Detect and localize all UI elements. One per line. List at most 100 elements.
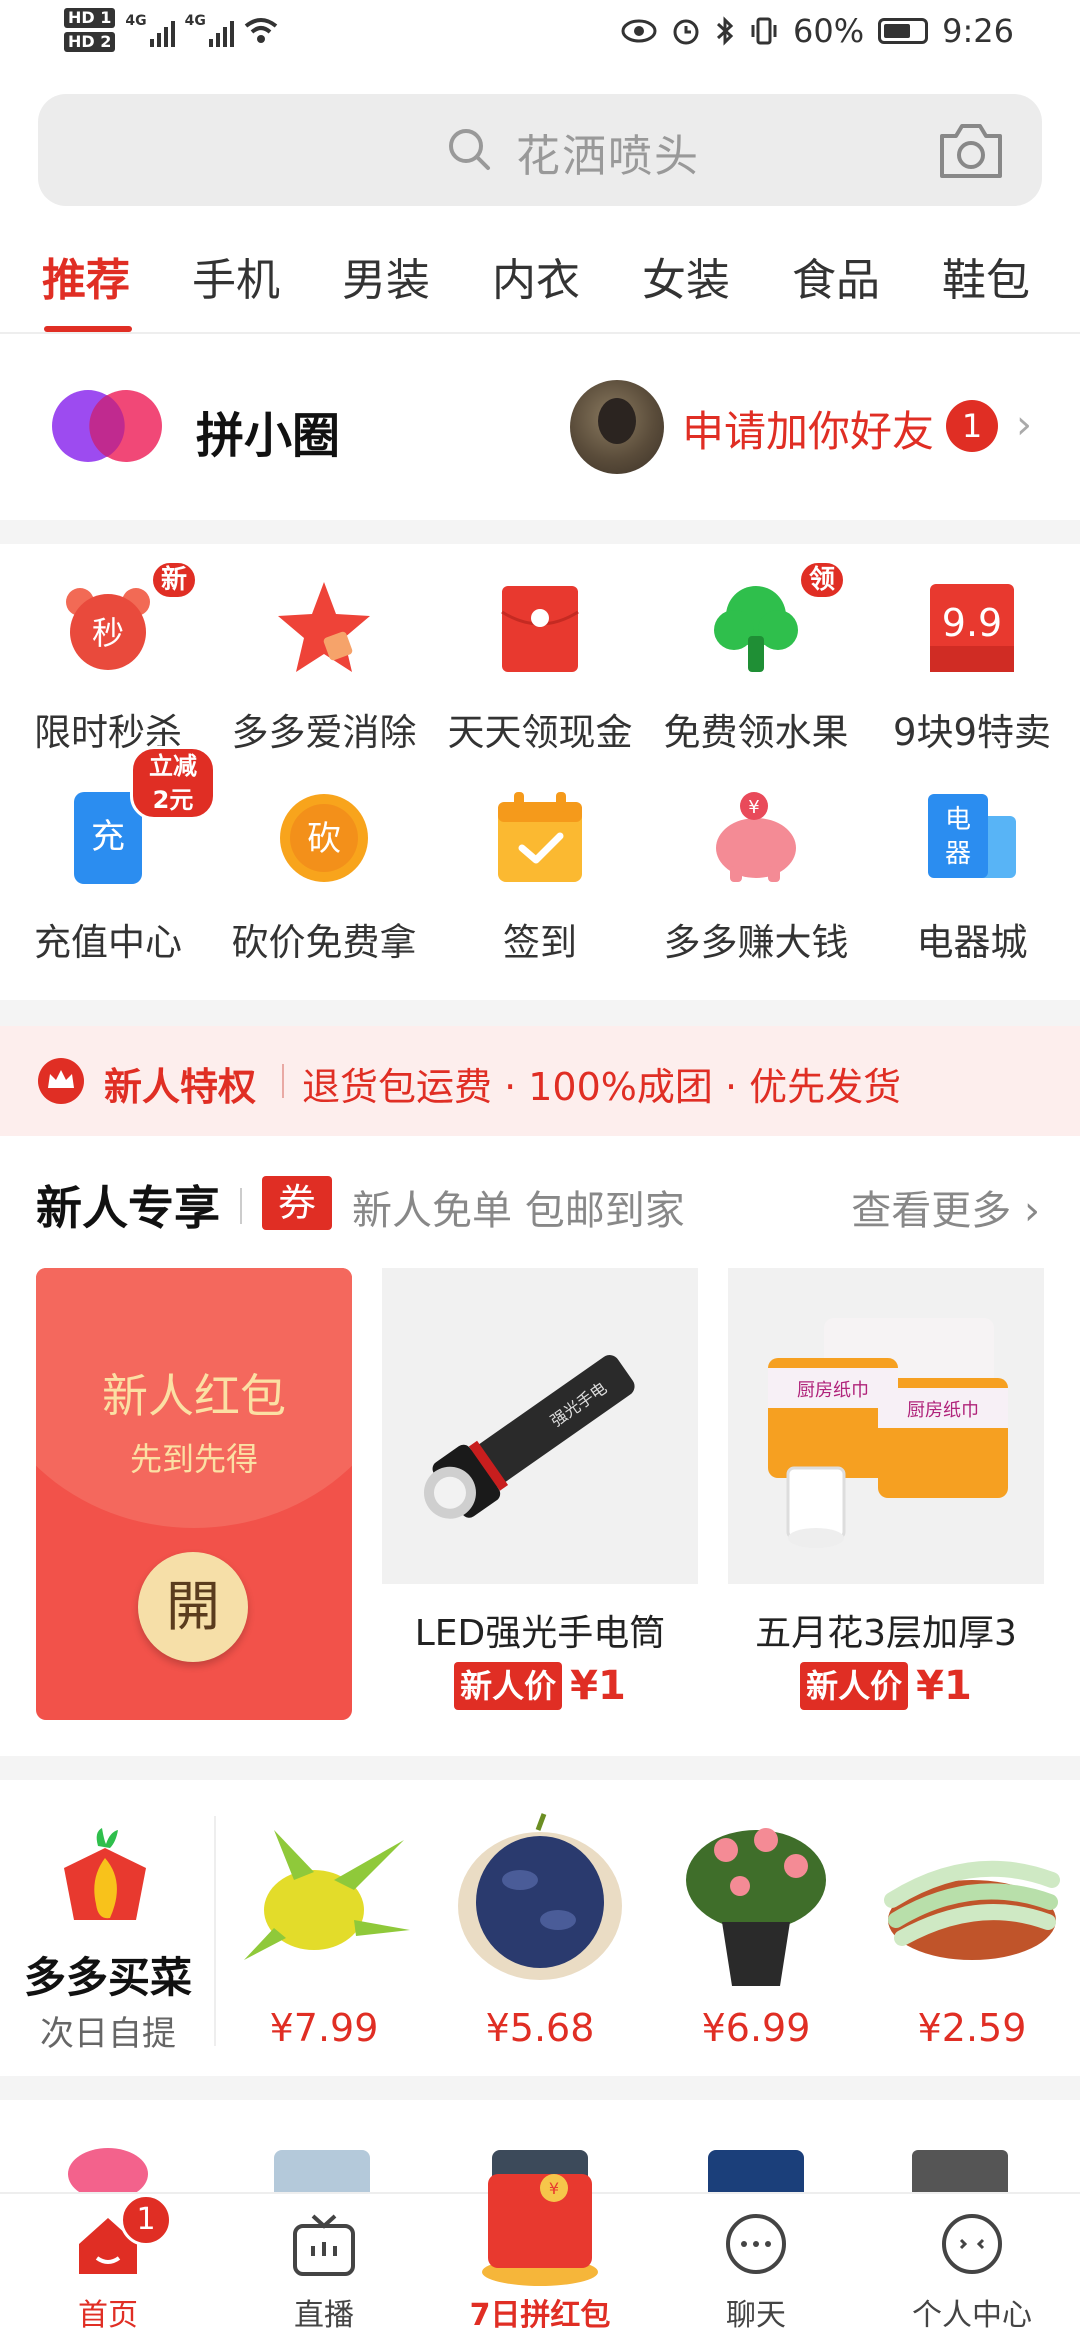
nav-label: 7日拼红包 xyxy=(469,2298,611,2333)
nav-chat[interactable]: 聊天 xyxy=(648,2194,864,2340)
tab-recommend[interactable]: 推荐 xyxy=(42,244,130,308)
bottom-navigation: 1 首页 直播 ¥ 7日拼红包 聊天 个人中心 xyxy=(0,2174,1080,2340)
grid-item-check-in[interactable]: 签到 xyxy=(432,754,648,964)
friend-request-badge: 1 xyxy=(946,400,998,452)
search-bar[interactable]: 花洒喷头 xyxy=(38,94,1042,206)
section-subtitle: 新人免单 包邮到家 xyxy=(352,1188,685,1234)
grid-item-recharge[interactable]: 充 立减2元 充值中心 xyxy=(0,746,216,964)
grocery-item[interactable]: ¥2.59 xyxy=(864,1810,1080,2060)
tab-womenswear[interactable]: 女装 xyxy=(642,244,730,308)
grocery-item[interactable]: ¥6.99 xyxy=(648,1810,864,2060)
seckill-icon-text: 秒 xyxy=(92,614,124,652)
home-badge: 1 xyxy=(120,2194,172,2246)
new-user-privilege-bar[interactable]: 新人特权 退货包运费 · 100%成团 · 优先发货 xyxy=(0,1026,1080,1136)
signal-icon-2: 4G xyxy=(185,13,234,47)
svg-text:器: 器 xyxy=(945,839,971,869)
network-type-2: 4G xyxy=(184,13,206,29)
towel-print-2: 厨房纸巾 xyxy=(907,1400,979,1421)
product-card[interactable]: 强光手电 LED强光手电筒 新人价 ¥1 xyxy=(382,1268,698,1728)
claim-badge: 领 xyxy=(798,560,847,600)
grid-item-appliance-mall[interactable]: 电 器 电器城 xyxy=(864,754,1080,964)
divider xyxy=(0,1000,1080,1026)
product-image[interactable]: 厨房纸巾 厨房纸巾 xyxy=(728,1268,1044,1584)
red-packet-subtitle: 先到先得 xyxy=(129,1440,258,1478)
tab-underwear[interactable]: 内衣 xyxy=(492,244,580,308)
grid-item-bargain[interactable]: 砍 砍价免费拿 xyxy=(216,754,432,964)
price-tag-icon-text: 9.9 xyxy=(942,601,1002,645)
grid-item-9-9-sale[interactable]: 9.9 9块9特卖 xyxy=(864,544,1080,754)
nav-home[interactable]: 1 首页 xyxy=(0,2194,216,2340)
new-user-price-tag: 新人价 xyxy=(800,1662,909,1710)
piggy-bank-icon: ¥ xyxy=(716,792,796,882)
grid-item-seckill[interactable]: 秒 新 限时秒杀 xyxy=(0,544,216,754)
flashlight-image: 强光手电 xyxy=(423,1355,635,1519)
nav-red-packet[interactable]: ¥ 7日拼红包 xyxy=(432,2174,648,2340)
search-placeholder[interactable]: 花洒喷头 xyxy=(516,120,700,184)
product-price-row: 新人价 ¥1 xyxy=(728,1662,1044,1710)
nav-profile[interactable]: 个人中心 xyxy=(864,2194,1080,2340)
grid-label: 免费领水果 xyxy=(663,711,849,754)
product-name: LED强光手电筒 xyxy=(414,1613,666,1654)
app-screen: HD 1 HD 2 4G 4G 60% 9:26 花洒喷头 推荐 手机 男装 内… xyxy=(0,0,1080,2340)
signal-icon: 4G xyxy=(125,13,175,47)
grid-label: 天天领现金 xyxy=(447,711,633,754)
divider xyxy=(0,1756,1080,1780)
red-packet-icon: ¥ xyxy=(482,2174,598,2286)
grid-item-free-fruit[interactable]: 领 免费领水果 xyxy=(648,544,864,754)
product-name: 五月花3层加厚3 xyxy=(755,1613,1017,1654)
tab-food[interactable]: 食品 xyxy=(792,244,880,308)
grid-item-elimination-game[interactable]: 多多爱消除 xyxy=(216,544,432,754)
tab-shoes-bags[interactable]: 鞋包 xyxy=(942,244,1030,308)
wifi-icon xyxy=(244,18,278,43)
grocery-price: ¥7.99 xyxy=(269,2006,379,2050)
product-price: ¥1 xyxy=(570,1663,626,1709)
product-price-row: 新人价 ¥1 xyxy=(382,1662,698,1710)
product-price: ¥1 xyxy=(916,1663,972,1709)
chat-icon xyxy=(726,2214,786,2274)
grid-item-earn-money[interactable]: ¥ 多多赚大钱 xyxy=(648,754,864,964)
grid-label: 9块9特卖 xyxy=(892,711,1052,754)
grid-item-daily-cash[interactable]: 天天领现金 xyxy=(432,544,648,754)
new-user-cards: 新人红包 先到先得 開 强光手电 LED强光手电筒 新人价 ¥1 厨房纸巾 厨房… xyxy=(0,1266,1080,1756)
pin-circle-logo-icon xyxy=(52,390,162,462)
red-envelope-icon xyxy=(501,586,579,672)
hd-indicators: HD 1 HD 2 xyxy=(64,8,116,52)
grid-label: 签到 xyxy=(503,921,577,964)
open-button[interactable]: 開 xyxy=(138,1552,248,1662)
divider xyxy=(240,1188,242,1224)
feature-grid: 秒 新 限时秒杀 多多爱消除 天天领现金 领 免费领水果 9.9 9块9特卖 充… xyxy=(0,544,1080,1000)
divider xyxy=(282,1064,284,1098)
red-packet-title: 新人红包 xyxy=(102,1369,286,1423)
towel-print-1: 厨房纸巾 xyxy=(797,1380,869,1401)
divider xyxy=(0,520,1080,544)
tv-icon xyxy=(293,2214,355,2276)
chevron-right-icon[interactable]: › xyxy=(1016,402,1032,448)
avatar[interactable] xyxy=(570,380,664,474)
friend-request-text[interactable]: 申请加你好友 xyxy=(682,398,934,459)
svg-text:电: 电 xyxy=(945,805,971,835)
grocery-price: ¥2.59 xyxy=(917,2006,1027,2050)
tab-phones[interactable]: 手机 xyxy=(192,244,280,308)
nav-label: 聊天 xyxy=(726,2298,786,2333)
see-more-link[interactable]: 查看更多 › xyxy=(851,1178,1040,1236)
camera-icon[interactable] xyxy=(936,118,1006,182)
gift-icon xyxy=(68,2148,148,2192)
network-type-1: 4G xyxy=(125,13,147,29)
grocery-item[interactable]: ¥7.99 xyxy=(216,1810,432,2060)
pin-circle-row[interactable]: 拼小圈 申请加你好友 1 › xyxy=(0,336,1080,520)
tab-menswear[interactable]: 男装 xyxy=(342,244,430,308)
hd1-indicator: HD 1 xyxy=(64,8,116,28)
duoduo-grocery-section[interactable]: 多多买菜 次日自提 ¥7.99 ¥5.68 ¥6.99 ¥2.59 xyxy=(0,1780,1080,2076)
product-card[interactable]: 厨房纸巾 厨房纸巾 五月花3层加厚3 新人价 ¥1 xyxy=(728,1268,1044,1728)
bluetooth-icon xyxy=(716,16,734,46)
nav-label: 直播 xyxy=(294,2298,354,2333)
grocery-item[interactable]: ¥5.68 xyxy=(432,1810,648,2060)
appliance-icon: 电 器 xyxy=(928,794,1016,878)
price-tag-icon: 9.9 xyxy=(930,584,1014,672)
red-packet-card[interactable]: 新人红包 先到先得 開 xyxy=(36,1268,352,1720)
eye-icon xyxy=(621,19,657,43)
nav-label: 首页 xyxy=(78,2298,138,2333)
nav-live[interactable]: 直播 xyxy=(216,2194,432,2340)
product-image[interactable]: 强光手电 xyxy=(382,1268,698,1584)
green-beans-icon xyxy=(884,1860,1060,1960)
